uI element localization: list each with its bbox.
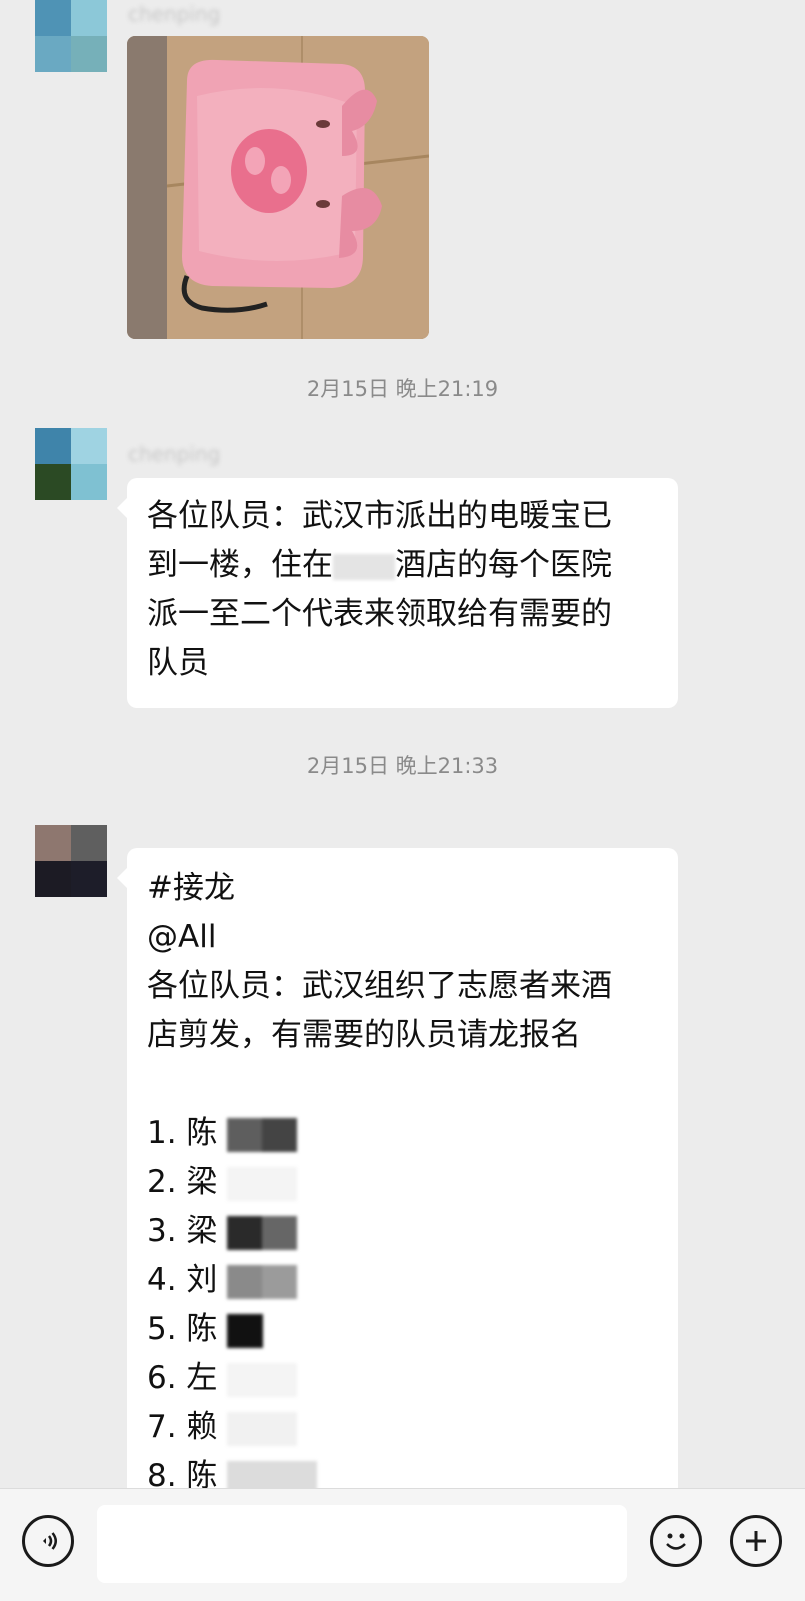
voice-icon — [43, 1532, 57, 1550]
message-line: 各位队员：武汉组织了志愿者来酒 — [147, 968, 612, 1004]
list-item: 6. 左 — [147, 1354, 658, 1403]
message-line: @All — [147, 919, 217, 955]
timestamp: 2月15日 晚上21:19 — [306, 377, 499, 401]
list-item: 1. 陈 — [147, 1109, 658, 1158]
redacted-block — [333, 553, 395, 580]
avatar[interactable] — [35, 0, 107, 72]
list-item: 3. 梁 — [147, 1207, 658, 1256]
list-item: 2. 梁 — [147, 1158, 658, 1207]
voice-button[interactable] — [22, 1515, 74, 1567]
chat-input-bar — [0, 1488, 805, 1601]
message-input[interactable] — [97, 1505, 627, 1583]
sender-name: chenping — [128, 442, 221, 466]
plus-button[interactable] — [730, 1515, 782, 1567]
text-message[interactable]: 各位队员：武汉市派出的电暖宝已 到一楼，住在 酒店的每个医院 派一至二个代表来领取… — [117, 478, 678, 708]
avatar[interactable] — [35, 428, 107, 500]
message-line: #接龙 — [147, 870, 235, 906]
redacted-block — [227, 1362, 298, 1397]
redacted-block — [227, 1313, 264, 1348]
sender-name: chenping — [128, 2, 221, 26]
image-message[interactable] — [127, 36, 429, 339]
list-item: 7. 赖 — [147, 1403, 658, 1452]
list-item: 4. 刘 — [147, 1256, 658, 1305]
plus-icon — [746, 1531, 766, 1551]
message-line: 队员 — [147, 645, 209, 681]
message-line: 店剪发，有需要的队员请龙报名 — [147, 1017, 581, 1053]
emoji-button[interactable] — [650, 1515, 702, 1567]
redacted-block — [227, 1166, 298, 1201]
emoji-icon — [666, 1533, 686, 1550]
avatar[interactable] — [35, 825, 107, 897]
redacted-block — [227, 1117, 298, 1152]
redacted-block — [227, 1264, 298, 1299]
text-message[interactable]: #接龙 @All 各位队员：武汉组织了志愿者来酒 店剪发，有需要的队员请龙报名 … — [117, 848, 678, 1495]
message-line: 派一至二个代表来领取给有需要的 — [147, 596, 612, 632]
redacted-block — [227, 1215, 298, 1250]
pig-warmer-image — [127, 36, 429, 339]
redacted-block — [227, 1411, 298, 1446]
message-line: 各位队员：武汉市派出的电暖宝已 — [147, 498, 612, 534]
list-item: 5. 陈 — [147, 1305, 658, 1354]
timestamp: 2月15日 晚上21:33 — [306, 754, 499, 778]
message-line: 到一楼，住在 酒店的每个医院 — [147, 547, 612, 583]
